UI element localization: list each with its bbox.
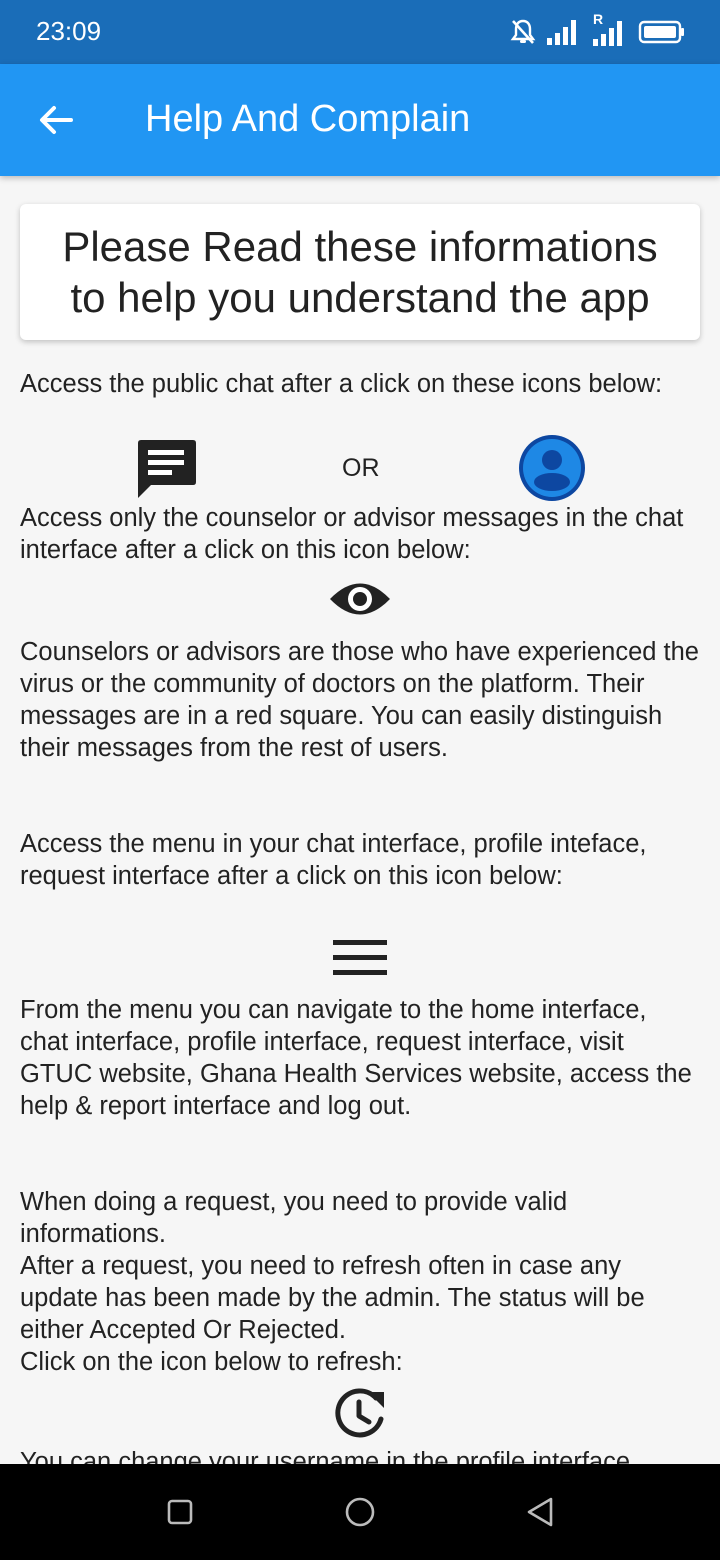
system-nav-bar (0, 1464, 720, 1560)
battery-icon (638, 20, 684, 44)
public-chat-icons: OR (0, 432, 720, 502)
eye-icon (330, 583, 390, 615)
app-bar: Help And Complain (0, 64, 720, 176)
arrow-back-icon (40, 106, 73, 134)
bell-off-icon (510, 19, 536, 44)
refresh-icon-row (0, 1382, 720, 1442)
status-icons: R (510, 11, 686, 50)
status-time: 23:09 (36, 16, 102, 46)
page-title: Help And Complain (145, 98, 471, 140)
status-bar: 23:09 R (0, 0, 720, 64)
info-card-text: Please Read these informations to help y… (62, 223, 658, 321)
chat-icon (138, 440, 196, 498)
refresh-clock-icon (335, 1388, 384, 1438)
request-text: When doing a request, you need to provid… (20, 1188, 645, 1376)
nav-back-button[interactable] (518, 1490, 562, 1534)
profile-icon (519, 435, 585, 501)
counselor-info-text: Counselors or advisors are those who hav… (20, 638, 699, 762)
roaming-signal-icon: R (592, 11, 628, 47)
menu-text: Access the menu in your chat interface, … (20, 830, 647, 890)
menu-icon-row (0, 934, 720, 984)
or-label: OR (342, 454, 380, 482)
username-text: You can change your username in the prof… (20, 1448, 631, 1464)
recent-apps-icon (167, 1499, 193, 1525)
back-icon (527, 1497, 553, 1527)
home-button[interactable] (338, 1490, 382, 1534)
public-chat-text: Access the public chat after a click on … (20, 370, 663, 398)
roaming-mark: R (593, 11, 604, 27)
info-card: Please Read these informations to help y… (20, 204, 700, 340)
back-button[interactable] (26, 90, 86, 150)
menu-nav-text: From the menu you can navigate to the ho… (20, 996, 692, 1120)
counselor-icon-row (0, 574, 720, 624)
home-icon (345, 1497, 375, 1527)
counselor-text: Access only the counselor or advisor mes… (20, 504, 684, 564)
help-content[interactable]: Please Read these informations to help y… (0, 176, 720, 1464)
recent-apps-button[interactable] (158, 1490, 202, 1534)
signal-icon (547, 20, 576, 45)
menu-icon (333, 940, 387, 975)
